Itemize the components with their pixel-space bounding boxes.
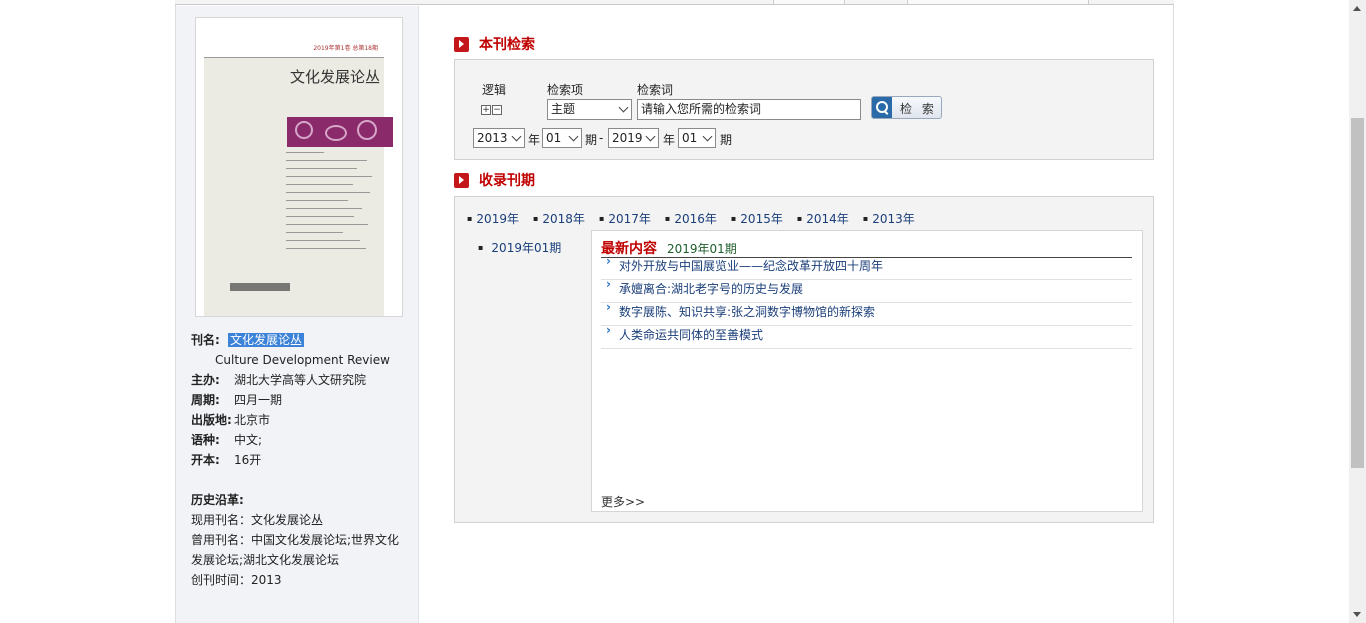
sponsor-value: 湖北大学高等人文研究院 <box>234 373 367 387</box>
top-tab[interactable] <box>907 0 1089 4</box>
publisher-logo <box>230 283 290 291</box>
chevron-down-icon <box>568 131 579 142</box>
info-label: 出版地: <box>191 413 232 427</box>
latest-issue: 2019年01期 <box>667 242 737 256</box>
format-value: 16开 <box>234 453 262 467</box>
search-button-label: 检 索 <box>900 102 937 116</box>
latest-header: 最新内容 2019年01期 <box>601 238 737 258</box>
search-icon <box>872 97 892 118</box>
cover-pattern-band <box>287 117 393 147</box>
cover-issue-strip: 2019年第1卷 总第18期 <box>313 45 378 52</box>
history-current-name: 现用刊名：文化发展论丛 <box>191 513 324 527</box>
info-sponsor-row: 主办: 湖北大学高等人文研究院 <box>191 370 413 390</box>
field-select[interactable]: 主题 <box>547 99 632 120</box>
info-place-row: 出版地: 北京市 <box>191 410 413 430</box>
issues-section-title: 收录刊期 <box>454 170 535 190</box>
to-issue-select[interactable]: 01 <box>678 128 716 148</box>
to-year-select[interactable]: 2019 <box>608 128 659 148</box>
year-unit: 年 <box>663 133 676 147</box>
to-year-value: 2019 <box>612 131 643 145</box>
chevron-down-icon <box>645 131 656 142</box>
search-term-input[interactable]: 请输入您所需的检索词 <box>637 99 861 120</box>
search-section-label: 本刊检索 <box>479 37 535 53</box>
year-tab[interactable]: 2014年 <box>797 210 849 227</box>
issue-unit: 期 <box>585 133 598 147</box>
section-arrow-icon <box>454 172 469 188</box>
year-tab[interactable]: 2019年 <box>467 210 519 227</box>
cover-title: 文化发展论丛 <box>290 68 381 86</box>
scroll-up-icon[interactable] <box>1353 6 1361 11</box>
section-arrow-icon <box>454 36 469 52</box>
plus-icon[interactable]: + <box>481 105 491 115</box>
from-year-value: 2013 <box>477 131 508 145</box>
vertical-scrollbar[interactable] <box>1349 0 1366 623</box>
journal-info: 刊名: 文化发展论丛 Culture Development Review 主办:… <box>191 330 413 590</box>
year-tab[interactable]: 2018年 <box>533 210 585 227</box>
year-tabs: 2019年 2018年 2017年 2016年 2015年 2014年 2013年 <box>467 210 929 227</box>
scroll-down-icon[interactable] <box>1353 612 1361 617</box>
issue-item[interactable]: 2019年01期 <box>478 239 561 256</box>
period-value: 四月一期 <box>234 393 283 407</box>
more-link[interactable]: 更多>> <box>601 493 645 510</box>
year-tab[interactable]: 2017年 <box>599 210 651 227</box>
issues-section-label: 收录刊期 <box>479 173 535 189</box>
year-tab[interactable]: 2013年 <box>863 210 915 227</box>
scrollbar-thumb[interactable] <box>1351 118 1364 468</box>
chevron-down-icon <box>511 131 522 142</box>
year-unit: 年 <box>528 133 541 147</box>
chevron-down-icon <box>702 131 713 142</box>
info-label: 语种: <box>191 433 220 447</box>
history-founded: 创刊时间：2013 <box>191 573 282 587</box>
info-label: 周期: <box>191 393 220 407</box>
info-name-row: 刊名: 文化发展论丛 <box>191 330 413 350</box>
info-label: 主办: <box>191 373 220 387</box>
place-value: 北京市 <box>234 413 271 427</box>
journal-english-name: Culture Development Review <box>215 353 390 367</box>
info-format-row: 开本: 16开 <box>191 450 413 470</box>
page: 2019年第1卷 总第18期 文化发展论丛 刊名: 文化发展论丛 Culture … <box>0 0 1366 623</box>
info-label: 开本: <box>191 453 220 467</box>
cover-header: 2019年第1卷 总第18期 <box>204 40 384 58</box>
from-issue-value: 01 <box>546 131 562 145</box>
to-issue-value: 01 <box>682 131 698 145</box>
top-tab[interactable] <box>773 0 845 4</box>
cover-toc-lines <box>286 152 381 256</box>
year-tab[interactable]: 2016年 <box>665 210 717 227</box>
history-former-names-cont: 发展论坛;湖北文化发展论坛 <box>191 553 340 567</box>
history-title: 历史沿革: <box>191 493 244 507</box>
field-label: 检索项 <box>547 83 584 97</box>
from-issue-select[interactable]: 01 <box>542 128 582 148</box>
issue-unit: 期 <box>720 133 733 147</box>
article-link[interactable]: 人类命运共同体的至善模式 <box>601 321 1132 349</box>
journal-name[interactable]: 文化发展论丛 <box>228 333 305 347</box>
field-select-value: 主题 <box>551 102 576 116</box>
info-language-row: 语种: 中文; <box>191 430 413 450</box>
chevron-down-icon <box>618 102 629 113</box>
issue-list <box>464 230 592 512</box>
article-link[interactable]: 对外开放与中国展览业——纪念改革开放四十周年 <box>601 252 1132 280</box>
year-tab[interactable]: 2015年 <box>731 210 783 227</box>
logic-label: 逻辑 <box>482 83 507 97</box>
info-label: 刊名: <box>191 333 220 347</box>
range-dash: - <box>599 131 604 145</box>
term-label: 检索词 <box>637 83 674 97</box>
history-former-names: 曾用刊名：中国文化发展论坛;世界文化 <box>191 533 400 547</box>
minus-icon[interactable]: − <box>492 105 502 115</box>
article-link[interactable]: 数字展陈、知识共享:张之洞数字博物馆的新探索 <box>601 298 1132 326</box>
logic-toggle: + − <box>481 104 503 115</box>
search-button[interactable]: 检 索 <box>871 96 942 119</box>
info-period-row: 周期: 四月一期 <box>191 390 413 410</box>
search-section-title: 本刊检索 <box>454 34 535 54</box>
language-value: 中文; <box>234 433 263 447</box>
top-toolbar <box>175 0 1174 5</box>
article-link[interactable]: 承嬗离合:湖北老字号的历史与发展 <box>601 275 1132 303</box>
from-year-select[interactable]: 2013 <box>473 128 525 148</box>
